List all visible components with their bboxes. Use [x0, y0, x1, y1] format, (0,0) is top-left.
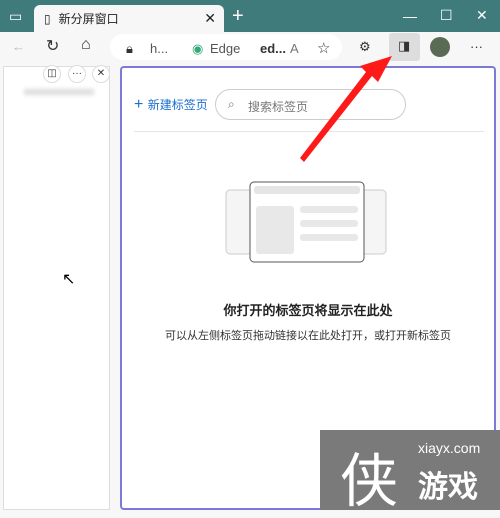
watermark-logo: 侠: [340, 447, 399, 515]
watermark-domain: xiayx.com: [418, 440, 481, 456]
watermark-name: 游戏: [418, 471, 478, 504]
watermark: 侠 xiayx.com 游戏: [320, 430, 500, 515]
